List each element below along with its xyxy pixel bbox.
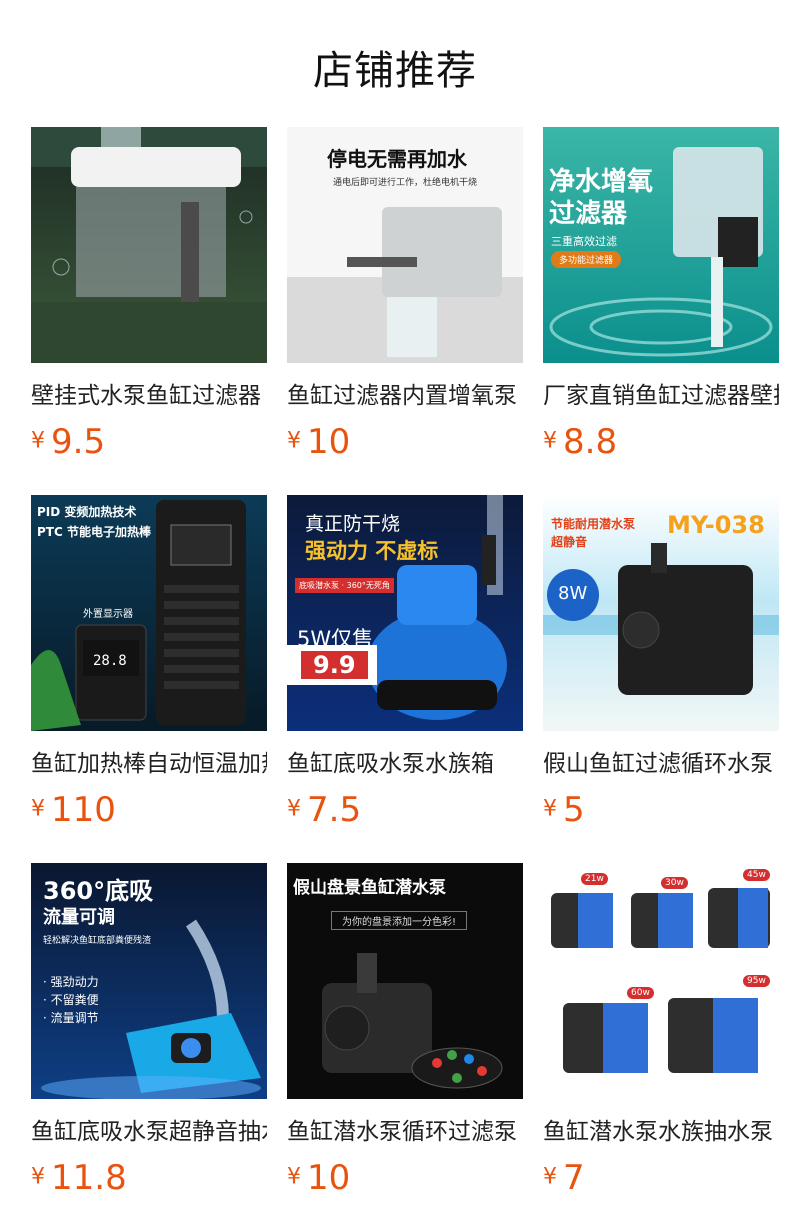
product-name[interactable]: 鱼缸底吸水泵水族箱	[287, 749, 523, 779]
overlay-headline: 360°底吸	[43, 877, 154, 905]
price-value: 7.5	[307, 789, 362, 830]
overlay-offer-label: 5W仅售	[297, 627, 374, 651]
product-card[interactable]: 真正防干烧 强动力 不虚标 底吸潜水泵 · 360°无死角 5W仅售 9.9 鱼…	[287, 495, 523, 830]
product-price: ¥10	[287, 1157, 523, 1198]
product-price: ¥5	[543, 789, 779, 830]
product-image[interactable]: 21w 30w 45w 60w 95w	[543, 863, 779, 1099]
product-image[interactable]: 真正防干烧 强动力 不虚标 底吸潜水泵 · 360°无死角 5W仅售 9.9	[287, 495, 523, 731]
price-value: 8.8	[563, 421, 618, 462]
product-card[interactable]: 节能耐用潜水泵 超静音 MY-038 8W 假山鱼缸过滤循环水泵 ¥5	[543, 495, 779, 830]
currency-symbol: ¥	[543, 796, 557, 822]
product-name[interactable]: 厂家直销鱼缸过滤器壁挂	[543, 381, 779, 411]
product-image[interactable]: 净水增氧 过滤器 三重高效过滤 多功能过滤器	[543, 127, 779, 363]
overlay-offer-price: 9.9	[301, 651, 368, 679]
page-title: 店铺推荐	[313, 48, 477, 94]
overlay-wattage: 45w	[743, 869, 770, 881]
price-value: 110	[51, 789, 116, 830]
product-price: ¥7	[543, 1157, 779, 1198]
product-name[interactable]: 假山鱼缸过滤循环水泵	[543, 749, 779, 779]
price-value: 9.5	[51, 421, 106, 462]
currency-symbol: ¥	[287, 1164, 301, 1190]
product-image[interactable]: 节能耐用潜水泵 超静音 MY-038 8W	[543, 495, 779, 731]
overlay-wattage: 21w	[581, 873, 608, 885]
overlay-bullet: · 不留粪便	[43, 993, 99, 1007]
currency-symbol: ¥	[287, 428, 301, 454]
product-card[interactable]: 360°底吸 流量可调 轻松解决鱼缸底部粪便残渣 · 强劲动力 · 不留粪便 ·…	[31, 863, 267, 1198]
product-row: 壁挂式水泵鱼缸过滤器 ¥9.5 停电无需再加水 通电后即可进行工作，杜绝电机干烧	[31, 127, 779, 495]
overlay-headline-2: 强动力 不虚标	[305, 539, 439, 563]
product-grid: 壁挂式水泵鱼缸过滤器 ¥9.5 停电无需再加水 通电后即可进行工作，杜绝电机干烧	[31, 127, 779, 1231]
overlay-headline-2: 流量可调	[43, 907, 115, 928]
overlay-subline: 三重高效过滤	[551, 235, 617, 248]
product-name[interactable]: 鱼缸底吸水泵超静音抽水	[31, 1117, 267, 1147]
price-value: 5	[563, 789, 585, 830]
product-name[interactable]: 鱼缸过滤器内置增氧泵	[287, 381, 523, 411]
overlay-display-value: 28.8	[93, 653, 127, 669]
overlay-subline: 轻松解决鱼缸底部粪便残渣	[43, 936, 152, 946]
overlay-strip: 底吸潜水泵 · 360°无死角	[295, 578, 394, 593]
product-card[interactable]: 壁挂式水泵鱼缸过滤器 ¥9.5	[31, 127, 267, 462]
currency-symbol: ¥	[287, 796, 301, 822]
price-value: 10	[307, 421, 351, 462]
currency-symbol: ¥	[543, 428, 557, 454]
overlay-wattage: 60w	[627, 987, 654, 999]
price-value: 7	[563, 1157, 585, 1198]
product-card[interactable]: 21w 30w 45w 60w 95w 鱼缸潜水泵水族抽水泵 ¥7	[543, 863, 779, 1198]
product-name[interactable]: 鱼缸潜水泵循环过滤泵	[287, 1117, 523, 1147]
product-card[interactable]: 停电无需再加水 通电后即可进行工作，杜绝电机干烧 鱼缸过滤器内置增氧泵 ¥10	[287, 127, 523, 462]
product-card[interactable]: 假山盘景鱼缸潜水泵 为你的盘景添加一分色彩! 鱼缸潜水泵循环过滤泵 ¥10	[287, 863, 523, 1198]
overlay-headline-2: 超静音	[551, 535, 588, 549]
overlay-subline: 通电后即可进行工作，杜绝电机干烧	[333, 178, 478, 188]
product-row: PID 变频加热技术 PTC 节能电子加热棒 外置显示器 28.8 鱼缸加热棒自…	[31, 495, 779, 863]
product-image[interactable]	[31, 127, 267, 363]
overlay-headline: PID 变频加热技术	[37, 505, 137, 519]
product-price: ¥7.5	[287, 789, 523, 830]
overlay-headline: 节能耐用潜水泵	[551, 517, 636, 531]
product-image[interactable]: 停电无需再加水 通电后即可进行工作，杜绝电机干烧	[287, 127, 523, 363]
overlay-bullet: · 强劲动力	[43, 975, 99, 989]
overlay-headline-2: 过滤器	[549, 199, 628, 229]
overlay-wattage: 95w	[743, 975, 770, 987]
overlay-bullet: · 流量调节	[43, 1011, 99, 1025]
currency-symbol: ¥	[543, 1164, 557, 1190]
product-card[interactable]: 净水增氧 过滤器 三重高效过滤 多功能过滤器 厂家直销鱼缸过滤器壁挂 ¥8.8	[543, 127, 779, 462]
product-name[interactable]: 鱼缸潜水泵水族抽水泵	[543, 1117, 779, 1147]
product-image[interactable]: PID 变频加热技术 PTC 节能电子加热棒 外置显示器 28.8	[31, 495, 267, 731]
overlay-badge: 多功能过滤器	[551, 251, 622, 268]
overlay-wattage: 30w	[661, 877, 688, 889]
overlay-label: 外置显示器	[83, 609, 133, 620]
product-price: ¥110	[31, 789, 267, 830]
product-name[interactable]: 壁挂式水泵鱼缸过滤器	[31, 381, 267, 411]
overlay-subline: 为你的盘景添加一分色彩!	[331, 911, 468, 930]
overlay-wattage: 8W	[558, 583, 588, 604]
overlay-model: MY-038	[667, 511, 765, 539]
product-price: ¥8.8	[543, 421, 779, 462]
product-image[interactable]: 360°底吸 流量可调 轻松解决鱼缸底部粪便残渣 · 强劲动力 · 不留粪便 ·…	[31, 863, 267, 1099]
product-price: ¥11.8	[31, 1157, 267, 1198]
overlay-headline: 假山盘景鱼缸潜水泵	[293, 878, 446, 898]
product-image[interactable]: 假山盘景鱼缸潜水泵 为你的盘景添加一分色彩!	[287, 863, 523, 1099]
price-value: 10	[307, 1157, 351, 1198]
overlay-headline: 真正防干烧	[305, 513, 401, 535]
product-price: ¥9.5	[31, 421, 267, 462]
currency-symbol: ¥	[31, 796, 45, 822]
currency-symbol: ¥	[31, 1164, 45, 1190]
store-recommend-page: 店铺推荐 壁挂式水泵鱼缸过滤器 ¥ 9.5 停电无需再加水 通电后即可进行工作，…	[0, 0, 790, 1232]
product-name[interactable]: 鱼缸加热棒自动恒温加热	[31, 749, 267, 779]
currency-symbol: ¥	[31, 428, 45, 454]
product-card[interactable]: PID 变频加热技术 PTC 节能电子加热棒 外置显示器 28.8 鱼缸加热棒自…	[31, 495, 267, 830]
product-row: 360°底吸 流量可调 轻松解决鱼缸底部粪便残渣 · 强劲动力 · 不留粪便 ·…	[31, 863, 779, 1231]
price-value: 11.8	[51, 1157, 127, 1198]
overlay-headline-2: PTC 节能电子加热棒	[37, 525, 151, 539]
overlay-headline: 停电无需再加水	[327, 147, 467, 171]
product-price: ¥10	[287, 421, 523, 462]
